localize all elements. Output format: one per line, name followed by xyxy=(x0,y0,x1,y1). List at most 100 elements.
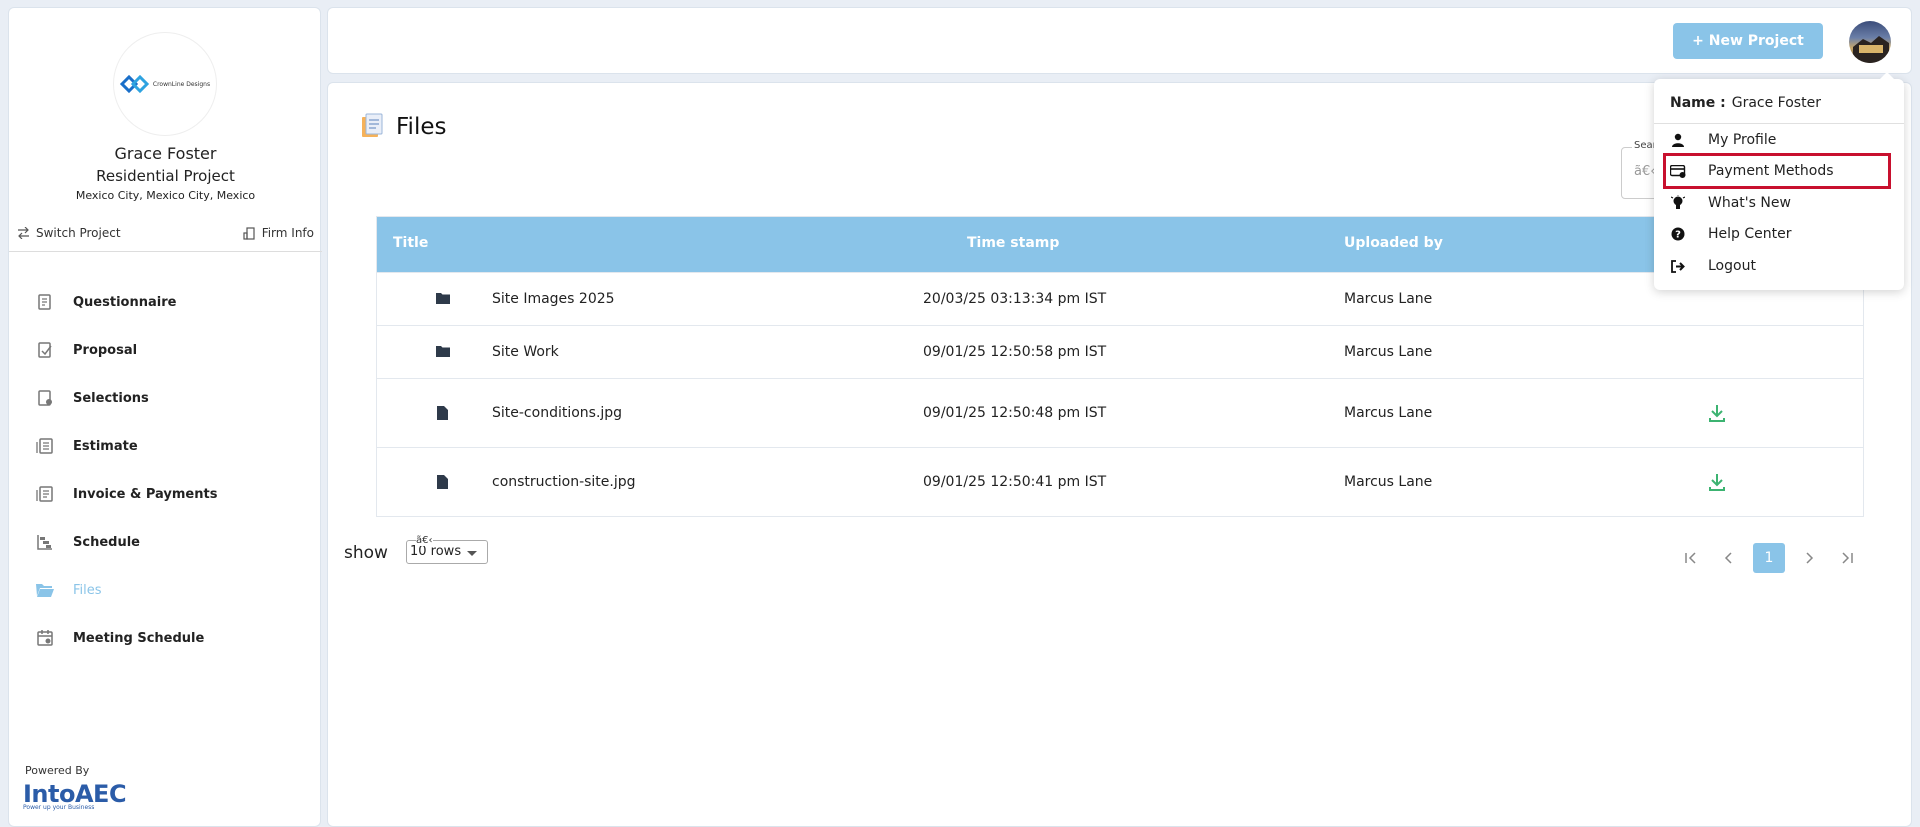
last-page-icon xyxy=(1842,552,1853,564)
file-uploaded-by: Marcus Lane xyxy=(1344,474,1433,490)
sidebar-item-files[interactable]: Files xyxy=(35,566,217,614)
folder-open-icon xyxy=(35,580,55,600)
powered-by-label: Powered By xyxy=(25,764,90,777)
menu-item-label: Help Center xyxy=(1708,226,1792,242)
sidebar-item-proposal[interactable]: Proposal xyxy=(35,326,217,374)
user-menu-name-label: Name : xyxy=(1670,95,1726,111)
sidebar-menu: Questionnaire Proposal Selections Estima… xyxy=(35,278,217,662)
download-icon[interactable] xyxy=(1707,472,1727,492)
sidebar-item-invoice-payments[interactable]: Invoice & Payments xyxy=(35,470,217,518)
sidebar-item-meeting-schedule[interactable]: Meeting Schedule xyxy=(35,614,217,662)
files-page-icon xyxy=(362,113,383,137)
intoaec-logo: IntoAEC Power up your Business xyxy=(23,780,127,811)
project-type: Residential Project xyxy=(96,167,235,185)
sidebar-item-label: Files xyxy=(73,582,102,598)
pagination: 1 xyxy=(1677,543,1861,573)
page-number-button[interactable]: 1 xyxy=(1753,543,1785,573)
menu-item-label: Logout xyxy=(1708,258,1756,274)
lightbulb-icon xyxy=(1670,195,1686,211)
file-timestamp: 09/01/25 12:50:48 pm IST xyxy=(923,405,1107,421)
calendar-icon xyxy=(35,628,55,648)
table-row[interactable]: Site Work 09/01/25 12:50:58 pm IST Marcu… xyxy=(377,325,1863,378)
switch-project-label: Switch Project xyxy=(36,226,121,240)
file-timestamp: 09/01/25 12:50:41 pm IST xyxy=(923,474,1107,490)
file-timestamp: 20/03/25 03:13:34 pm IST xyxy=(923,291,1107,307)
menu-item-help-center[interactable]: ? Help Center xyxy=(1670,223,1792,245)
payment-methods-highlight xyxy=(1663,153,1891,189)
table-header: Title Time stamp Uploaded by xyxy=(377,217,1863,272)
file-title[interactable]: Site-conditions.jpg xyxy=(492,405,622,421)
menu-item-label: My Profile xyxy=(1708,132,1777,148)
sidebar-item-label: Questionnaire xyxy=(73,294,177,310)
table-row[interactable]: construction-site.jpg 09/01/25 12:50:41 … xyxy=(377,447,1863,516)
folder-icon xyxy=(436,346,450,357)
folder-icon xyxy=(436,293,450,304)
user-icon xyxy=(1670,132,1686,148)
user-menu-name: Name : Grace Foster xyxy=(1670,95,1821,111)
proposal-icon xyxy=(35,340,55,360)
swap-icon xyxy=(18,227,29,239)
profile-name: Grace Foster xyxy=(114,144,217,163)
new-project-button[interactable]: + New Project xyxy=(1673,23,1823,59)
firm-info-label: Firm Info xyxy=(261,226,314,240)
sidebar-item-label: Proposal xyxy=(73,342,138,358)
switch-project-button[interactable]: Switch Project xyxy=(17,226,121,240)
chevron-left-icon xyxy=(1724,552,1732,564)
caret-down-icon xyxy=(467,551,477,556)
files-table: Title Time stamp Uploaded by Site Images… xyxy=(376,216,1864,517)
file-uploaded-by: Marcus Lane xyxy=(1344,344,1433,360)
first-page-icon xyxy=(1685,552,1696,564)
svg-text:?: ? xyxy=(1675,230,1681,241)
first-page-button[interactable] xyxy=(1677,543,1705,573)
menu-item-label: What's New xyxy=(1708,195,1791,211)
help-icon: ? xyxy=(1670,226,1686,242)
user-menu-name-value: Grace Foster xyxy=(1731,95,1821,111)
sidebar-item-questionnaire[interactable]: Questionnaire xyxy=(35,278,217,326)
prev-page-button[interactable] xyxy=(1715,543,1743,573)
show-label: show xyxy=(344,543,388,563)
estimate-icon xyxy=(35,436,55,456)
menu-item-my-profile[interactable]: My Profile xyxy=(1670,129,1776,151)
sidebar-item-selections[interactable]: Selections xyxy=(35,374,217,422)
chevron-right-icon xyxy=(1806,552,1814,564)
rows-per-page-label: ã€‹ xyxy=(416,535,433,546)
top-bar: + New Project xyxy=(327,7,1912,74)
logout-icon xyxy=(1670,258,1686,274)
file-title[interactable]: construction-site.jpg xyxy=(492,474,636,490)
menu-item-logout[interactable]: Logout xyxy=(1670,255,1756,277)
page-title-text: Files xyxy=(396,114,447,140)
sidebar: CrownLine Designs Grace Foster Residenti… xyxy=(8,7,322,827)
rows-per-page-value: 10 rows xyxy=(410,544,462,559)
sidebar-item-label: Estimate xyxy=(73,438,138,454)
file-icon xyxy=(437,475,448,489)
page-title: Files xyxy=(360,113,446,141)
download-icon[interactable] xyxy=(1707,403,1727,423)
file-icon xyxy=(437,406,448,420)
column-header-uploaded-by[interactable]: Uploaded by xyxy=(1344,235,1443,251)
table-row[interactable]: Site Images 2025 20/03/25 03:13:34 pm IS… xyxy=(377,272,1863,325)
file-title[interactable]: Site Images 2025 xyxy=(492,291,615,307)
sidebar-item-label: Schedule xyxy=(73,534,140,550)
file-uploaded-by: Marcus Lane xyxy=(1344,291,1433,307)
invoice-icon xyxy=(35,484,55,504)
column-header-title[interactable]: Title xyxy=(393,235,428,251)
file-timestamp: 09/01/25 12:50:58 pm IST xyxy=(923,344,1107,360)
column-header-timestamp[interactable]: Time stamp xyxy=(967,235,1059,251)
switch-row: Switch Project Firm Info xyxy=(9,218,322,252)
divider xyxy=(1654,123,1904,124)
sidebar-item-label: Meeting Schedule xyxy=(73,630,205,646)
table-row[interactable]: Site-conditions.jpg 09/01/25 12:50:48 pm… xyxy=(377,378,1863,447)
last-page-button[interactable] xyxy=(1833,543,1861,573)
sidebar-item-schedule[interactable]: Schedule xyxy=(35,518,217,566)
sidebar-item-label: Selections xyxy=(73,390,149,406)
crownline-logo-icon xyxy=(119,74,150,94)
menu-item-whats-new[interactable]: What's New xyxy=(1670,192,1791,214)
schedule-icon xyxy=(35,532,55,552)
file-uploaded-by: Marcus Lane xyxy=(1344,405,1433,421)
file-title[interactable]: Site Work xyxy=(492,344,559,360)
selections-icon xyxy=(35,388,55,408)
firm-info-button[interactable]: Firm Info xyxy=(243,226,314,240)
next-page-button[interactable] xyxy=(1795,543,1823,573)
user-avatar[interactable] xyxy=(1849,21,1891,63)
sidebar-item-estimate[interactable]: Estimate xyxy=(35,422,217,470)
